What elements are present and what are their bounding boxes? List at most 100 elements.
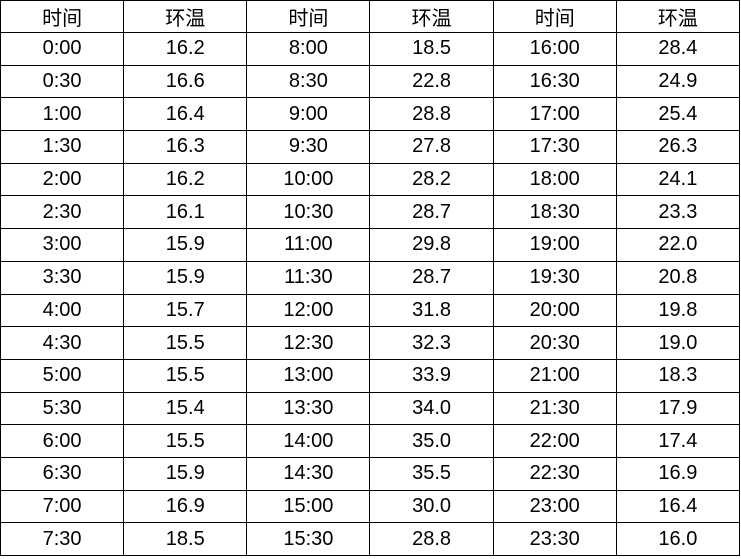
table-row: 2:30 16.1 10:30 28.7 18:30 23.3 [0,195,741,230]
time-cell-2: 8:30 [246,64,371,99]
temp-cell-2: 27.8 [369,130,494,164]
time-cell-3: 19:00 [492,228,617,262]
time-cell-1: 1:00 [0,97,125,132]
table-row: 0:00 16.2 8:00 18.5 16:00 28.4 [0,32,741,66]
temp-cell-1: 16.3 [123,130,248,164]
temp-cell-1: 15.9 [123,456,248,491]
table-row: 5:30 15.4 13:30 34.0 21:30 17.9 [0,391,741,426]
temp-cell-2: 22.8 [369,64,494,99]
temp-cell-1: 15.5 [123,358,248,393]
temp-cell-1: 15.9 [123,228,248,262]
table-row: 4:30 15.5 12:30 32.3 20:30 19.0 [0,326,741,360]
temp-cell-3: 19.0 [615,326,741,360]
table-row: 7:00 16.9 15:00 30.0 23:00 16.4 [0,489,741,524]
time-cell-1: 4:30 [0,326,125,360]
table-row: 6:00 15.5 14:00 35.0 22:00 17.4 [0,424,741,458]
time-cell-2: 9:30 [246,130,371,164]
time-cell-2: 14:30 [246,456,371,491]
temp-cell-3: 16.4 [615,489,741,524]
table-row: 4:00 15.7 12:00 31.8 20:00 19.8 [0,293,741,328]
time-cell-1: 2:30 [0,195,125,230]
table-row: 5:00 15.5 13:00 33.9 21:00 18.3 [0,358,741,393]
table-header: 时间 环温 时间 环温 时间 环温 [0,0,741,33]
temp-cell-1: 15.9 [123,260,248,295]
temp-cell-2: 34.0 [369,391,494,426]
time-cell-3: 16:30 [492,64,617,99]
time-cell-2: 15:00 [246,489,371,524]
temp-cell-1: 15.5 [123,326,248,360]
time-cell-3: 17:30 [492,130,617,164]
time-cell-2: 10:30 [246,195,371,230]
time-cell-3: 21:00 [492,358,617,393]
time-cell-2: 9:00 [246,97,371,132]
time-cell-2: 10:00 [246,162,371,197]
time-cell-1: 6:00 [0,424,125,458]
time-cell-1: 0:30 [0,64,125,99]
temp-cell-2: 35.0 [369,424,494,458]
temp-cell-3: 24.1 [615,162,741,197]
table-row: 7:30 18.5 15:30 28.8 23:30 16.0 [0,522,741,556]
header-time-3: 时间 [492,0,617,33]
temp-cell-3: 28.4 [615,32,741,66]
temp-cell-1: 18.5 [123,522,248,556]
time-cell-3: 22:00 [492,424,617,458]
header-temp-2: 环温 [369,0,494,33]
time-cell-3: 23:00 [492,489,617,524]
temp-cell-1: 15.7 [123,293,248,328]
time-cell-2: 8:00 [246,32,371,66]
temp-cell-3: 19.8 [615,293,741,328]
time-cell-2: 12:00 [246,293,371,328]
temp-cell-3: 17.9 [615,391,741,426]
time-cell-1: 7:00 [0,489,125,524]
temp-cell-2: 28.7 [369,195,494,230]
temp-cell-2: 28.7 [369,260,494,295]
temp-cell-2: 30.0 [369,489,494,524]
header-row: 时间 环温 时间 环温 时间 环温 [0,0,741,33]
temp-cell-2: 18.5 [369,32,494,66]
table-body: 0:00 16.2 8:00 18.5 16:00 28.4 0:30 16.6 8:30 22.… [0,32,741,556]
temp-cell-3: 16.0 [615,522,741,556]
time-cell-1: 6:30 [0,456,125,491]
temp-cell-1: 16.6 [123,64,248,99]
time-cell-1: 3:30 [0,260,125,295]
header-temp-1: 环温 [123,0,248,33]
time-cell-2: 15:30 [246,522,371,556]
time-cell-3: 23:30 [492,522,617,556]
temp-cell-1: 16.2 [123,32,248,66]
time-cell-1: 5:00 [0,358,125,393]
temp-cell-2: 31.8 [369,293,494,328]
temp-cell-3: 16.9 [615,456,741,491]
time-cell-1: 2:00 [0,162,125,197]
temp-cell-1: 16.9 [123,489,248,524]
time-cell-2: 11:30 [246,260,371,295]
time-cell-1: 5:30 [0,391,125,426]
temp-cell-3: 25.4 [615,97,741,132]
temp-cell-3: 17.4 [615,424,741,458]
temp-cell-3: 23.3 [615,195,741,230]
temp-cell-3: 24.9 [615,64,741,99]
temp-cell-2: 28.8 [369,522,494,556]
table-row: 3:00 15.9 11:00 29.8 19:00 22.0 [0,228,741,262]
time-cell-1: 1:30 [0,130,125,164]
time-cell-3: 18:00 [492,162,617,197]
temp-cell-2: 35.5 [369,456,494,491]
table-row: 2:00 16.2 10:00 28.2 18:00 24.1 [0,162,741,197]
time-cell-3: 19:30 [492,260,617,295]
temp-cell-2: 32.3 [369,326,494,360]
time-cell-1: 0:00 [0,32,125,66]
temp-cell-3: 26.3 [615,130,741,164]
time-cell-1: 3:00 [0,228,125,262]
temp-cell-3: 20.8 [615,260,741,295]
time-cell-3: 18:30 [492,195,617,230]
temp-cell-1: 15.5 [123,424,248,458]
time-cell-2: 14:00 [246,424,371,458]
time-cell-3: 17:00 [492,97,617,132]
table-row: 1:30 16.3 9:30 27.8 17:30 26.3 [0,130,741,164]
time-cell-3: 22:30 [492,456,617,491]
header-time-2: 时间 [246,0,371,33]
temp-cell-3: 18.3 [615,358,741,393]
time-cell-2: 12:30 [246,326,371,360]
time-cell-3: 20:30 [492,326,617,360]
header-time-1: 时间 [0,0,125,33]
temp-cell-3: 22.0 [615,228,741,262]
